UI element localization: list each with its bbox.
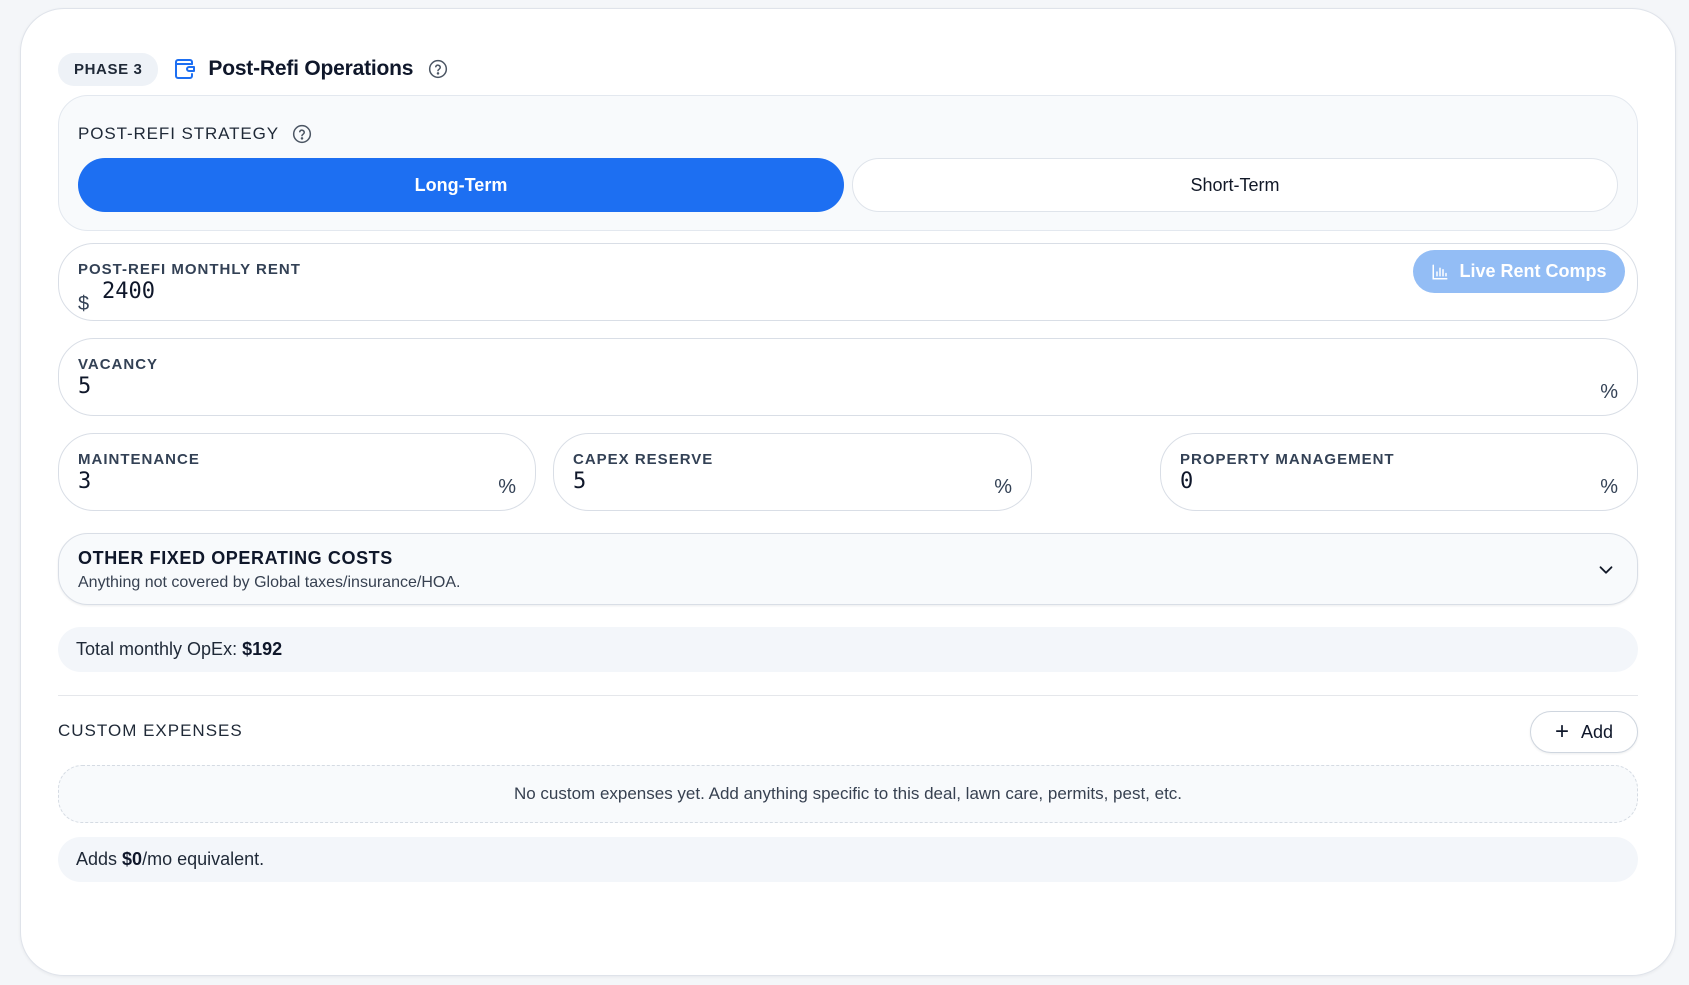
monthly-rent-input[interactable] [102, 279, 1207, 304]
capex-reserve-label: CAPEX RESERVE [573, 451, 714, 468]
empty-state-text: No custom expenses yet. Add anything spe… [513, 784, 1183, 803]
long-term-button[interactable]: Long-Term [78, 158, 844, 212]
other-fixed-costs-title: OTHER FIXED OPERATING COSTS [78, 548, 393, 568]
capex-reserve-field[interactable]: CAPEX RESERVE % [553, 433, 1032, 511]
vacancy-input[interactable] [78, 374, 1183, 399]
bar-chart-icon [1432, 264, 1448, 279]
other-fixed-costs-accordion[interactable]: OTHER FIXED OPERATING COSTS Anything not… [58, 533, 1638, 605]
custom-expenses-empty-state: No custom expenses yet. Add anything spe… [58, 765, 1638, 823]
total-opex-summary: Total monthly OpEx: $192 [58, 627, 1638, 672]
percent-suffix: % [498, 476, 516, 498]
strategy-panel: POST-REFI STRATEGY Long-Term Short-Term [58, 95, 1638, 231]
currency-prefix: $ [78, 293, 90, 315]
live-rent-comps-label: Live Rent Comps [1459, 261, 1607, 281]
wallet-icon [172, 56, 198, 82]
strategy-label-row: POST-REFI STRATEGY [78, 123, 313, 145]
custom-expenses-summary: Adds $0/mo equivalent. [58, 837, 1638, 882]
total-opex-label: Total monthly OpEx: [76, 639, 238, 659]
other-fixed-costs-subtitle: Anything not covered by Global taxes/ins… [78, 574, 461, 591]
help-circle-icon[interactable] [427, 58, 449, 80]
vacancy-label: VACANCY [78, 356, 159, 373]
section-header: PHASE 3 Post-Refi Operations [58, 45, 449, 93]
custom-expenses-label: CUSTOM EXPENSES [58, 721, 243, 740]
chevron-down-icon[interactable] [1595, 559, 1617, 581]
adds-prefix: Adds [76, 849, 118, 869]
add-expense-button[interactable]: + Add [1530, 711, 1638, 753]
property-management-label: PROPERTY MANAGEMENT [1180, 451, 1395, 468]
adds-value: $0 [122, 849, 143, 869]
phase-badge: PHASE 3 [58, 52, 159, 86]
capex-reserve-input[interactable] [573, 469, 907, 494]
short-term-button[interactable]: Short-Term [852, 158, 1618, 212]
monthly-rent-field[interactable]: POST-REFI MONTHLY RENT $ Live Rent Comps [58, 243, 1638, 321]
maintenance-field[interactable]: MAINTENANCE % [58, 433, 536, 511]
percent-suffix: % [994, 476, 1012, 498]
help-circle-icon[interactable] [291, 123, 313, 145]
property-management-input[interactable] [1180, 469, 1514, 494]
add-expense-label: Add [1580, 721, 1614, 742]
strategy-label: POST-REFI STRATEGY [78, 124, 280, 143]
page-title: Post-Refi Operations [208, 57, 414, 80]
live-rent-comps-button[interactable]: Live Rent Comps [1413, 250, 1625, 293]
total-opex-value: $192 [242, 639, 283, 659]
maintenance-label: MAINTENANCE [78, 451, 200, 468]
section-divider [58, 695, 1638, 696]
percent-suffix: % [1600, 476, 1618, 498]
post-refi-operations-card: PHASE 3 Post-Refi Operations POST-REFI S… [20, 8, 1676, 976]
adds-suffix: /mo equivalent. [142, 849, 265, 869]
maintenance-input[interactable] [78, 469, 412, 494]
vacancy-field[interactable]: VACANCY % [58, 338, 1638, 416]
monthly-rent-label: POST-REFI MONTHLY RENT [78, 261, 301, 278]
plus-icon: + [1554, 718, 1569, 745]
property-management-field[interactable]: PROPERTY MANAGEMENT % [1160, 433, 1638, 511]
percent-suffix: % [1600, 381, 1618, 403]
